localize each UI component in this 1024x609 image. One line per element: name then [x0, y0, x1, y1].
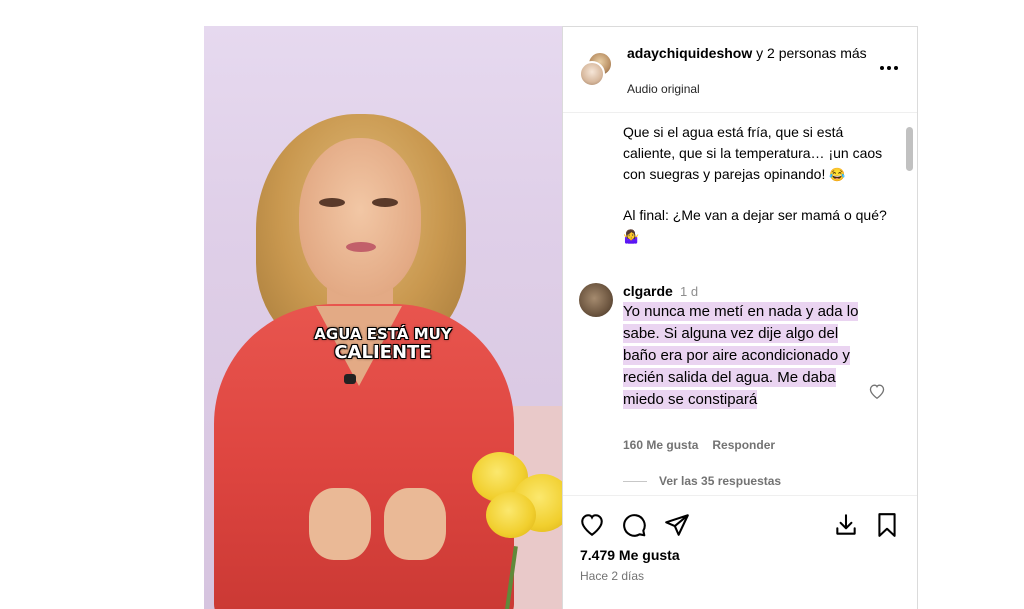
collab-suffix[interactable]: y 2 personas más: [752, 45, 867, 61]
avatar: [579, 61, 605, 87]
commenter-avatar[interactable]: [579, 283, 613, 317]
comment-text: Yo nunca me metí en nada y ada lo sabe. …: [623, 301, 873, 411]
bookmark-icon[interactable]: [875, 512, 901, 538]
comment-username[interactable]: clgarde: [623, 283, 673, 299]
right-eye: [372, 198, 398, 207]
left-eye: [319, 198, 345, 207]
comment-text-highlighted: Yo nunca me metí en nada y ada lo sabe. …: [623, 302, 859, 409]
post-caption: Que si el agua está fría, que si está ca…: [623, 122, 893, 267]
video-caption-line2: CALIENTE: [334, 342, 432, 363]
right-hand: [384, 488, 446, 560]
video-caption-line1: AGUA ESTÁ MUY: [314, 325, 452, 343]
woman-face: [299, 138, 421, 298]
shrug-emoji: 🤷‍♀️: [623, 229, 640, 244]
yellow-flowers: [472, 446, 562, 556]
author-username[interactable]: adaychiquideshow: [627, 45, 752, 61]
post-header: adaychiquideshow y 2 personas más Audio …: [563, 27, 917, 113]
more-icon[interactable]: [879, 60, 899, 71]
comment-like-icon[interactable]: [868, 383, 888, 403]
heart-icon[interactable]: [579, 512, 605, 538]
post-date[interactable]: Hace 2 días: [580, 569, 644, 583]
lapel-mic: [344, 374, 356, 384]
share-icon[interactable]: [664, 512, 690, 538]
comment-likes[interactable]: 160 Me gusta: [623, 438, 698, 452]
scrollbar-thumb[interactable]: [906, 127, 913, 171]
action-bar: 7.479 Me gusta Hace 2 días: [563, 495, 917, 609]
view-replies-label: Ver las 35 respuestas: [659, 474, 782, 488]
collab-avatars[interactable]: [579, 51, 613, 87]
view-replies[interactable]: Ver las 35 respuestas: [623, 474, 781, 488]
reply-button[interactable]: Responder: [712, 438, 775, 452]
audio-link[interactable]: Audio original: [627, 82, 700, 96]
lips: [346, 242, 376, 252]
comment-time[interactable]: 1 d: [680, 284, 698, 299]
scrollbar-track[interactable]: [905, 123, 913, 493]
post-panel: adaychiquideshow y 2 personas más Audio …: [562, 26, 918, 609]
replies-divider: [623, 480, 647, 482]
laughing-emoji: 😂: [829, 167, 846, 182]
caption-paragraph-2: Al final: ¿Me van a dejar ser mamá o qué…: [623, 207, 887, 223]
comment-meta: 160 Me gusta Responder: [623, 438, 775, 452]
left-hand: [309, 488, 371, 560]
comment-icon[interactable]: [621, 512, 647, 538]
post-author: adaychiquideshow y 2 personas más: [627, 44, 867, 62]
reel-video[interactable]: AGUA ESTÁ MUY CALIENTE: [204, 26, 562, 609]
comments-area[interactable]: Que si el agua está fría, que si está ca…: [563, 113, 917, 495]
post-likes[interactable]: 7.479 Me gusta: [580, 547, 680, 563]
download-icon[interactable]: [833, 512, 859, 538]
